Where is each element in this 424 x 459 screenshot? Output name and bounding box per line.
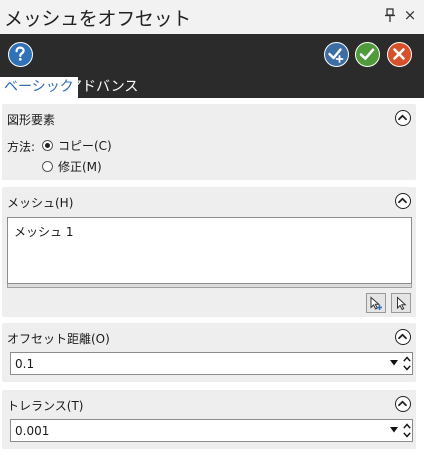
- cursor-plus-icon: [370, 296, 382, 310]
- chevron-up-icon: [398, 114, 407, 121]
- window-title: メッシュをオフセット: [4, 8, 192, 30]
- radio-copy-indicator[interactable]: [42, 139, 53, 151]
- chevron-up-icon: [398, 333, 407, 340]
- section-title-mesh: メッシュ(H): [7, 196, 74, 210]
- radio-copy-label: コピー(C): [58, 138, 112, 153]
- cursor-icon: [397, 296, 407, 311]
- collapse-tolerance-button[interactable]: [395, 396, 411, 412]
- x-mark-icon: [393, 48, 405, 60]
- geometry-section: 図形要素 方法: コピー(C) 修正(M): [2, 104, 416, 180]
- pin-icon[interactable]: [384, 8, 396, 24]
- collapse-offset-button[interactable]: [395, 329, 411, 345]
- section-title-geometry: 図形要素: [7, 113, 56, 127]
- tolerance-input[interactable]: [15, 423, 375, 439]
- collapse-mesh-button[interactable]: [395, 193, 411, 209]
- radio-modify-indicator[interactable]: [42, 160, 53, 172]
- chevron-up-icon: [398, 400, 407, 407]
- close-icon[interactable]: ×: [402, 6, 418, 24]
- list-item[interactable]: メッシュ 1: [14, 223, 73, 240]
- section-title-tolerance: トレランス(T): [7, 399, 84, 413]
- select-cursor-button[interactable]: [391, 293, 411, 313]
- spin-up-icon[interactable]: [403, 423, 411, 429]
- add-selection-button[interactable]: [366, 293, 386, 313]
- offset-distance-input[interactable]: [15, 356, 375, 372]
- chevron-up-icon: [398, 197, 407, 204]
- mesh-section: メッシュ(H) メッシュ 1: [2, 187, 416, 317]
- question-mark-icon: [15, 46, 25, 61]
- list-scrollbar[interactable]: [7, 284, 412, 288]
- collapse-geometry-button[interactable]: [395, 110, 411, 126]
- spin-down-icon[interactable]: [403, 432, 411, 438]
- spin-down-icon[interactable]: [403, 365, 411, 371]
- cancel-button[interactable]: [387, 42, 412, 67]
- checkmark-icon: [359, 48, 375, 60]
- dropdown-arrow-icon[interactable]: [390, 360, 398, 366]
- radio-modify[interactable]: 修正(M): [42, 158, 102, 174]
- apply-button[interactable]: [324, 42, 349, 67]
- offset-distance-section: オフセット距離(O): [2, 323, 416, 382]
- tab-advanced[interactable]: アドバンス: [64, 77, 142, 98]
- offset-distance-field: [10, 352, 413, 375]
- tab-bar: ベーシック アドバンス: [0, 74, 424, 98]
- help-button[interactable]: [8, 42, 33, 67]
- spin-up-icon[interactable]: [403, 356, 411, 362]
- method-label: 方法:: [7, 140, 36, 154]
- title-bar: メッシュをオフセット ×: [0, 0, 424, 34]
- mesh-selection-list[interactable]: メッシュ 1: [7, 217, 412, 284]
- command-toolbar: [0, 34, 424, 74]
- check-plus-icon: [328, 48, 344, 63]
- radio-modify-label: 修正(M): [58, 159, 102, 174]
- dropdown-arrow-icon[interactable]: [390, 427, 398, 433]
- section-title-offset: オフセット距離(O): [7, 332, 110, 346]
- ok-button[interactable]: [355, 42, 380, 67]
- radio-copy[interactable]: コピー(C): [42, 137, 112, 153]
- tolerance-section: トレランス(T): [2, 390, 416, 449]
- tolerance-field: [10, 419, 413, 442]
